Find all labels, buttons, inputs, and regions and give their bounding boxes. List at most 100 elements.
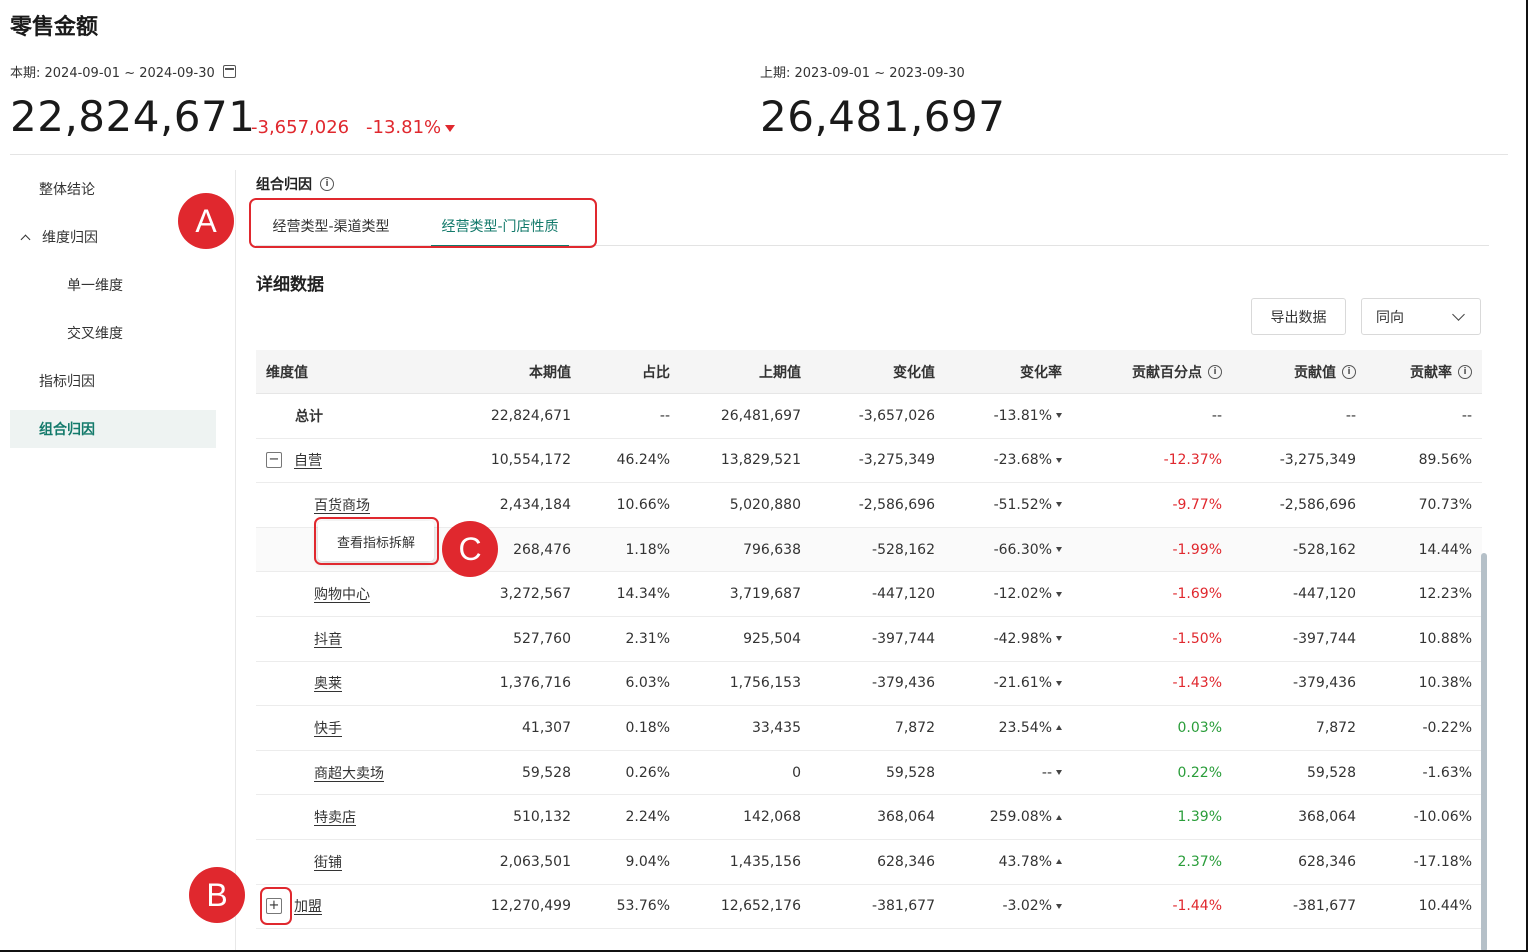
sidebar-item-label: 组合归因 <box>39 422 95 438</box>
dim-link[interactable]: 快手 <box>314 718 342 738</box>
sidebar-item-label: 指标归因 <box>39 374 95 390</box>
cur-cell: 41,307 <box>522 719 571 736</box>
vertical-scrollbar[interactable] <box>1481 553 1487 952</box>
rate-value: -13.81% <box>993 407 1052 424</box>
dim-link[interactable]: 百货商场 <box>314 495 370 515</box>
info-icon[interactable]: i <box>1458 364 1472 379</box>
tab-business-store[interactable]: 经营类型-门店性质 <box>431 205 569 247</box>
rate-cell: 259.08% <box>990 795 1062 839</box>
contrib-cell: -528,162 <box>1293 541 1356 558</box>
col-header[interactable]: 变化率 <box>1020 350 1062 393</box>
dim-link[interactable]: 商超大卖场 <box>314 763 384 783</box>
table-row: 特卖店 510,132 2.24% 142,068 368,064 259.08… <box>256 795 1482 840</box>
info-icon[interactable]: i <box>320 177 334 191</box>
col-header[interactable]: 变化值 <box>893 350 935 393</box>
prev-cell: 13,829,521 <box>720 452 801 469</box>
tab-business-channel[interactable]: 经营类型-渠道类型 <box>256 205 406 246</box>
prev-cell: 3,719,687 <box>729 586 801 603</box>
contrib-cell: 59,528 <box>1307 764 1356 781</box>
prev-cell: 33,435 <box>752 719 801 736</box>
down-arrow-icon <box>1056 591 1062 597</box>
export-button[interactable]: 导出数据 <box>1251 298 1346 335</box>
col-header-label: 贡献值 <box>1294 364 1336 381</box>
dim-cell: 商超大卖场 <box>266 751 384 795</box>
cur-cell: 268,476 <box>513 541 571 558</box>
pp-cell: -1.43% <box>1172 675 1222 692</box>
sidebar-item-combination[interactable]: 组合归因 <box>10 410 216 448</box>
crate-cell: -- <box>1461 407 1472 424</box>
cur-cell: 12,270,499 <box>490 898 571 915</box>
prev-cell: 142,068 <box>743 809 801 826</box>
info-icon[interactable]: i <box>1342 364 1356 379</box>
rate-value: 43.78% <box>998 853 1052 870</box>
annotation-marker-b: B <box>189 867 245 923</box>
detail-title: 详细数据 <box>256 275 324 295</box>
col-header[interactable]: 占比 <box>642 350 670 393</box>
share-cell: 2.31% <box>625 630 670 647</box>
prev-cell: 796,638 <box>743 541 801 558</box>
annotation-marker-a: A <box>178 193 234 249</box>
direction-select-value: 同向 <box>1376 309 1404 326</box>
col-header[interactable]: 本期值 <box>529 350 571 393</box>
change-cell: -379,436 <box>872 675 935 692</box>
crate-cell: 10.88% <box>1418 630 1472 647</box>
prev-cell: 1,435,156 <box>729 853 801 870</box>
dim-cell: 总计 <box>295 408 323 425</box>
col-header[interactable]: 维度值 <box>266 350 308 393</box>
cur-cell: 2,063,501 <box>499 853 571 870</box>
col-header[interactable]: 上期值 <box>759 350 801 393</box>
col-header[interactable]: 贡献率 i <box>1410 350 1472 393</box>
share-cell: 6.03% <box>625 675 670 692</box>
cur-cell: 510,132 <box>513 809 571 826</box>
rate-cell: -51.52% <box>994 483 1062 527</box>
cur-cell: 2,434,184 <box>499 496 571 513</box>
collapse-icon[interactable]: − <box>266 452 282 469</box>
expand-icon[interactable]: + <box>266 898 282 915</box>
change-cell: -2,586,696 <box>858 496 935 513</box>
current-period: 本期: 2024-09-01 ~ 2024-09-30 <box>10 62 236 81</box>
dim-link[interactable]: 特卖店 <box>314 807 356 827</box>
crate-cell: -1.63% <box>1422 764 1472 781</box>
dim-link[interactable]: 自营 <box>294 450 322 470</box>
info-icon[interactable]: i <box>1208 364 1222 379</box>
sidebar-item-single-dimension[interactable]: 单一维度 <box>10 261 216 309</box>
section-title-label: 组合归因 <box>256 177 312 193</box>
dim-cell <box>266 528 314 572</box>
sidebar-item-cross-dimension[interactable]: 交叉维度 <box>10 309 216 357</box>
change-cell: -3,275,349 <box>858 452 935 469</box>
dim-link[interactable]: 奥莱 <box>314 673 342 693</box>
view-metric-breakdown-tooltip[interactable]: 查看指标拆解 <box>318 521 434 561</box>
sidebar-item-metric[interactable]: 指标归因 <box>10 357 216 405</box>
pp-cell: -12.37% <box>1163 452 1222 469</box>
dim-link[interactable]: 抖音 <box>314 629 342 649</box>
cur-cell: 22,824,671 <box>490 407 571 424</box>
current-period-label: 本期: 2024-09-01 ~ 2024-09-30 <box>10 66 215 81</box>
dim-link[interactable]: 街铺 <box>314 852 342 872</box>
share-cell: 0.18% <box>625 719 670 736</box>
change-cell: 59,528 <box>886 764 935 781</box>
table-header: 维度值 本期值 占比 上期值 变化值 变化率 贡献百分点 i 贡献值 i 贡献率 i <box>256 350 1482 394</box>
contrib-cell: -- <box>1345 407 1356 424</box>
direction-select[interactable]: 同向 <box>1361 298 1481 335</box>
dim-cell: 购物中心 <box>266 572 370 616</box>
dim-cell: 抖音 <box>266 617 342 661</box>
cur-cell: 3,272,567 <box>499 586 571 603</box>
chevron-down-icon <box>1452 308 1465 321</box>
calendar-compare-icon[interactable] <box>222 65 236 78</box>
pp-cell: -1.69% <box>1172 586 1222 603</box>
detail-table: 维度值 本期值 占比 上期值 变化值 变化率 贡献百分点 i 贡献值 i 贡献率 i … <box>256 350 1482 930</box>
rate-cell: 23.54% <box>999 706 1062 750</box>
share-cell: 10.66% <box>616 496 670 513</box>
annotation-marker-c: C <box>442 521 498 577</box>
rate-value: -42.98% <box>993 630 1052 647</box>
cur-cell: 527,760 <box>513 630 571 647</box>
up-arrow-icon <box>1056 859 1062 865</box>
share-cell: -- <box>659 407 670 424</box>
dim-link[interactable]: 加盟 <box>294 896 322 916</box>
dim-link[interactable]: 购物中心 <box>314 584 370 604</box>
rate-value: -51.52% <box>993 496 1052 513</box>
col-header[interactable]: 贡献值 i <box>1294 350 1356 393</box>
crate-cell: 10.44% <box>1418 898 1472 915</box>
col-header[interactable]: 贡献百分点 i <box>1132 350 1222 393</box>
rate-value: -12.02% <box>993 586 1052 603</box>
